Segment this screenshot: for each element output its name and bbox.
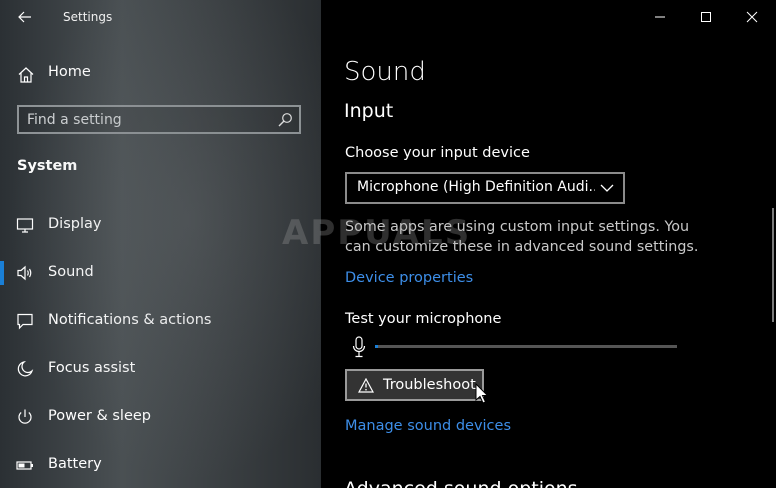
moon-icon — [17, 360, 34, 377]
back-arrow-icon — [18, 11, 31, 23]
nav-item-display[interactable]: Display — [0, 205, 321, 245]
troubleshoot-label: Troubleshoot — [383, 377, 476, 393]
nav-item-label: Power & sleep — [48, 408, 151, 424]
close-icon — [746, 11, 758, 23]
maximize-button[interactable] — [683, 0, 729, 34]
search-icon[interactable] — [277, 112, 293, 128]
nav-item-focus-assist[interactable]: Focus assist — [0, 349, 321, 389]
power-icon — [18, 409, 32, 424]
nav-item-battery[interactable]: Battery — [0, 445, 321, 485]
input-device-label: Choose your input device — [345, 145, 530, 161]
input-device-value: Microphone (High Definition Audi... — [357, 179, 595, 195]
nav-item-label: Focus assist — [48, 360, 136, 376]
microphone-icon — [352, 336, 366, 358]
watermark-logo: APPUALS — [282, 213, 472, 253]
app-title: Settings — [63, 10, 113, 24]
speaker-icon — [17, 265, 32, 281]
search-box[interactable] — [17, 105, 301, 134]
test-microphone-label: Test your microphone — [345, 311, 502, 327]
minimize-icon — [655, 16, 665, 18]
notification-icon — [17, 313, 33, 330]
back-button[interactable] — [10, 4, 40, 30]
nav-item-notifications[interactable]: Notifications & actions — [0, 301, 321, 341]
device-properties-link[interactable]: Device properties — [345, 270, 473, 286]
nav-item-label: Sound — [48, 264, 94, 280]
display-icon — [16, 218, 34, 233]
page-title: Sound — [344, 57, 426, 87]
microphone-level-fill — [375, 345, 379, 348]
minimize-button[interactable] — [637, 0, 683, 34]
search-input[interactable] — [27, 110, 267, 130]
nav-item-label: Notifications & actions — [48, 312, 212, 328]
troubleshoot-button[interactable]: Troubleshoot — [345, 369, 484, 401]
section-heading-input: Input — [344, 100, 394, 122]
home-icon — [18, 67, 34, 83]
section-title-system: System — [17, 158, 78, 174]
chevron-down-icon — [600, 184, 614, 192]
advanced-sound-options-heading: Advanced sound options — [344, 478, 578, 488]
warning-icon — [358, 378, 374, 393]
manage-sound-devices-link[interactable]: Manage sound devices — [345, 418, 511, 434]
mouse-pointer-icon — [475, 383, 489, 404]
nav-item-label: Battery — [48, 456, 102, 472]
nav-item-power-sleep[interactable]: Power & sleep — [0, 397, 321, 437]
microphone-level-meter — [375, 345, 677, 348]
scrollbar[interactable] — [772, 208, 774, 322]
selection-indicator — [0, 261, 4, 285]
battery-icon — [16, 461, 33, 470]
home-label: Home — [48, 64, 91, 80]
nav-item-label: Display — [48, 216, 102, 232]
nav-item-sound[interactable]: Sound — [0, 253, 321, 293]
close-button[interactable] — [729, 0, 775, 34]
navigation-pane: Settings Home System Display Sound — [0, 0, 321, 488]
input-device-dropdown[interactable]: Microphone (High Definition Audi... — [345, 172, 625, 204]
title-bar: Settings — [0, 0, 321, 34]
maximize-icon — [701, 12, 711, 22]
home-nav-item[interactable]: Home — [0, 58, 321, 90]
